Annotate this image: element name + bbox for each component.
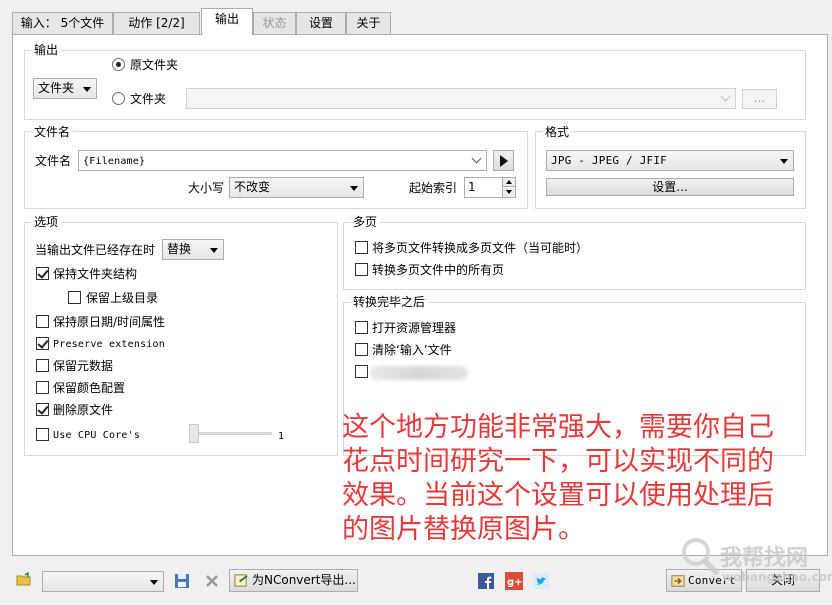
svg-text:g+: g+: [507, 577, 523, 588]
folder-path-combo[interactable]: [186, 88, 736, 109]
dropdown-arrow-icon: [150, 580, 158, 585]
start-index-spinner[interactable]: 1: [464, 177, 516, 198]
export-icon: [234, 574, 248, 587]
cpu-cores-label: Use CPU Core's: [53, 430, 141, 441]
tab-about[interactable]: 关于: [346, 12, 391, 34]
radio-folder[interactable]: [112, 92, 125, 105]
to-multipage-checkbox[interactable]: [355, 241, 368, 254]
options-group-title: 选项: [31, 215, 62, 229]
magnifier-logo-icon: [682, 538, 719, 575]
radio-original-folder[interactable]: [112, 58, 125, 71]
tab-settings[interactable]: 设置: [296, 12, 346, 34]
insert-tag-button[interactable]: [493, 150, 514, 171]
multipage-group-title: 多页: [350, 215, 381, 229]
cpu-cores-value: 1: [278, 431, 285, 442]
tab-status[interactable]: 状态: [253, 12, 296, 34]
twitter-icon[interactable]: [533, 573, 549, 589]
format-settings-button[interactable]: 设置...: [546, 178, 794, 196]
dropdown-arrow-icon: [210, 248, 218, 253]
format-group-title: 格式: [542, 125, 573, 139]
browse-button[interactable]: ...: [742, 89, 777, 109]
annotation-line: 花点时间研究一下，可以实现不同的: [342, 446, 774, 477]
keep-folder-structure-label: 保持文件夹结构: [53, 267, 138, 281]
tab-output[interactable]: 输出: [201, 8, 253, 35]
preserve-extension-checkbox[interactable]: [36, 337, 49, 350]
to-multipage-label: 将多页文件转换成多页文件（当可能时）: [372, 241, 589, 255]
keep-folder-structure-checkbox[interactable]: [36, 267, 49, 280]
file-exists-label: 当输出文件已经存在时: [35, 243, 156, 257]
format-select[interactable]: JPG - JPEG / JFIF: [546, 150, 794, 171]
keep-metadata-label: 保留元数据: [53, 359, 114, 373]
clear-input-checkbox[interactable]: [355, 343, 368, 356]
convert-all-pages-label: 转换多页文件中的所有页: [372, 263, 505, 277]
play-arrow-icon: [500, 155, 508, 167]
filename-group-title: 文件名: [31, 125, 74, 139]
google-plus-icon[interactable]: g+: [505, 572, 523, 590]
radio-original-folder-label: 原文件夹: [130, 58, 179, 72]
keep-date-checkbox[interactable]: [36, 315, 49, 328]
tab-bar: 输入： 5个文件 动作 [2/2] 输出 状态 设置 关于: [0, 0, 832, 35]
tab-input[interactable]: 输入： 5个文件: [12, 12, 113, 34]
cpu-cores-slider-thumb[interactable]: [189, 424, 199, 443]
delete-original-label: 删除原文件: [53, 403, 114, 417]
open-explorer-label: 打开资源管理器: [372, 321, 457, 335]
radio-folder-label: 文件夹: [130, 92, 167, 106]
preset-select[interactable]: [42, 571, 164, 592]
tab-actions[interactable]: 动作 [2/2]: [113, 12, 200, 34]
multipage-group: [343, 222, 806, 290]
spin-down-icon[interactable]: [502, 188, 515, 197]
filename-label: 文件名: [35, 154, 72, 168]
save-icon[interactable]: [174, 573, 190, 589]
cpu-cores-checkbox[interactable]: [36, 428, 49, 441]
case-select[interactable]: 不改变: [229, 177, 364, 198]
watermark-url: wobangzhao.com: [722, 570, 832, 584]
dropdown-arrow-icon: [780, 159, 788, 164]
annotation-line: 效果。当前这个设置可以使用处理后: [342, 480, 774, 511]
case-label: 大小写: [188, 181, 225, 195]
export-nconvert-button[interactable]: 为NConvert导出...: [229, 569, 358, 592]
clear-input-label: 清除‘输入’文件: [372, 343, 452, 357]
blurred-label: [370, 366, 468, 380]
keep-metadata-checkbox[interactable]: [36, 359, 49, 372]
start-index-label: 起始索引: [409, 181, 458, 195]
filename-pattern-input[interactable]: {Filename}: [78, 150, 487, 171]
site-watermark: 我帮找网 wobangzhao.com: [676, 528, 832, 605]
keep-parent-folder-label: 保留上级目录: [86, 291, 159, 305]
chevron-down-icon: [720, 91, 731, 102]
after-conversion-group-title: 转换完毕之后: [350, 295, 429, 309]
cpu-cores-slider[interactable]: [190, 432, 272, 435]
keep-color-profile-label: 保留颜色配置: [53, 381, 126, 395]
open-folder-icon[interactable]: [16, 572, 32, 588]
convert-all-pages-checkbox[interactable]: [355, 263, 368, 276]
keep-parent-folder-checkbox[interactable]: [68, 291, 81, 304]
preserve-extension-label: Preserve extension: [53, 339, 165, 350]
dropdown-arrow-icon: [350, 186, 358, 191]
annotation-line: 这个地方功能非常强大，需要你自己: [342, 412, 774, 443]
keep-date-label: 保持原日期/时间属性: [53, 315, 166, 329]
open-explorer-checkbox[interactable]: [355, 321, 368, 334]
watermark-title: 我帮找网: [720, 546, 809, 571]
keep-color-profile-checkbox[interactable]: [36, 381, 49, 394]
delete-original-checkbox[interactable]: [36, 403, 49, 416]
annotation-text: 这个地方功能非常强大，需要你自己 花点时间研究一下，可以实现不同的 效果。当前这…: [342, 411, 812, 547]
dropdown-arrow-icon: [83, 87, 91, 92]
spin-up-icon[interactable]: [502, 178, 515, 187]
chevron-down-icon: [471, 153, 482, 164]
output-group-title: 输出: [31, 43, 62, 57]
facebook-icon[interactable]: [478, 573, 494, 589]
file-exists-select[interactable]: 替换: [162, 239, 224, 260]
delete-icon[interactable]: [204, 573, 220, 589]
destination-select[interactable]: 文件夹: [33, 78, 97, 99]
third-option-checkbox[interactable]: [355, 365, 368, 378]
